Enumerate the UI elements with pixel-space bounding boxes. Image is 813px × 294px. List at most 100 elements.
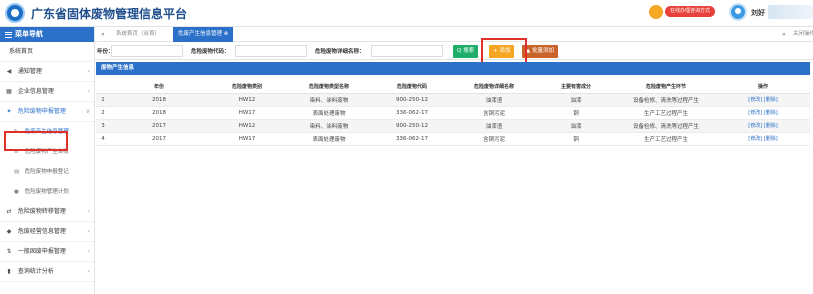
online-consult-badge[interactable]: 在线办理咨询方式: [665, 6, 716, 17]
sidebar-subitem-registration[interactable]: ▤ 危险废物申报登记: [0, 162, 94, 182]
chevron-left-icon: ‹: [87, 68, 90, 75]
cell-category: HW17: [208, 106, 286, 120]
cell-stage: 设备检修、清洗等过程产生: [616, 119, 716, 133]
cell-detail-name: 油漆渣: [452, 93, 536, 107]
waste-code-label: 危险废物代码：: [191, 49, 230, 55]
book-icon: ▤: [14, 169, 20, 175]
table-row[interactable]: 3 2017 HW12 染料、涂料废物 900-250-12 油漆渣 油漆 设备…: [96, 119, 810, 133]
sidebar-item-label: 查询统计分析: [17, 268, 54, 275]
cell-type-name: 染料、涂料废物: [286, 119, 372, 133]
sidebar-item-operation[interactable]: ◆ 危废经营信息管理 ‹: [0, 222, 94, 242]
row-index: 1: [96, 93, 110, 107]
col-header-year[interactable]: 年份: [110, 80, 208, 94]
user-area: 在线办理咨询方式 刘好: [613, 0, 813, 27]
sidebar-item-notice[interactable]: ◀ 通知管理 ‹: [0, 62, 94, 82]
sidebar-item-label: 危险废物转移管理: [17, 208, 66, 215]
tab-home[interactable]: 系统首页（台首）: [111, 27, 165, 42]
tab-bar: « 系统首页（台首） 危废产生信息管理 ⊗ » 关闭操作 ▾: [95, 27, 813, 42]
cell-code: 900-250-12: [372, 119, 452, 133]
col-header-type-name[interactable]: 危险废物类型名称: [286, 80, 372, 94]
sidebar-item-enterprise[interactable]: ▦ 企业信息管理 ‹: [0, 82, 94, 102]
sidebar-item-label: 危废经营信息管理: [17, 228, 66, 235]
tag-icon: ◆: [6, 228, 12, 235]
sidebar: 菜单导航 系统首页 ◀ 通知管理 ‹ ▦ 企业信息管理 ‹ ✦ 危险废物申报管理…: [0, 27, 95, 294]
truck-icon: ⇄: [6, 208, 12, 215]
row-actions[interactable]: [修改] [删除]: [716, 132, 810, 146]
chat-bubble-icon[interactable]: [649, 5, 663, 19]
search-button[interactable]: Q 搜索: [453, 45, 479, 58]
panel-title: 废物产生信息: [96, 62, 810, 75]
sidebar-item-hazardous-declare[interactable]: ✦ 危险废物申报管理 ∨: [0, 102, 94, 122]
sidebar-subitem-label: 危险废物申报登记: [24, 169, 69, 175]
col-header-code[interactable]: 危险废物代码: [372, 80, 452, 94]
sidebar-item-label: 系统首页: [9, 48, 34, 55]
tab-prev-icon[interactable]: «: [101, 27, 105, 42]
cell-year: 2018: [110, 106, 208, 120]
chevron-left-icon: ‹: [87, 268, 90, 275]
col-header-component[interactable]: 主要有害成分: [536, 80, 616, 94]
col-header-stage[interactable]: 危险废物产生环节: [616, 80, 716, 94]
cell-stage: 生产工艺过程产生: [616, 132, 716, 146]
cell-type-name: 表面处理废物: [286, 106, 372, 120]
sidebar-item-home[interactable]: 系统首页: [0, 42, 94, 62]
cell-stage: 设备检修、清洗等过程产生: [616, 93, 716, 107]
close-operations-dropdown[interactable]: 关闭操作 ▾: [793, 27, 813, 42]
chevron-left-icon: ‹: [87, 88, 90, 95]
user-name[interactable]: 刘好: [751, 8, 765, 18]
cell-year: 2017: [110, 119, 208, 133]
table-row[interactable]: 4 2017 HW17 表面处理废物 336-062-17 含铜污泥 铜 生产工…: [96, 132, 810, 146]
sidebar-item-label: 一般固废申报管理: [17, 248, 66, 255]
sidebar-subitem-plan[interactable]: ● 危险废物管理计划: [0, 182, 94, 202]
search-bar: 年份： 危险废物代码： 危险废物详细名称： Q 搜索 + 添加 ▲ 批量添加: [95, 42, 813, 60]
cell-year: 2017: [110, 132, 208, 146]
cell-category: HW12: [208, 119, 286, 133]
menu-icon[interactable]: [5, 31, 12, 38]
sidebar-item-transfer[interactable]: ⇄ 危险废物转移管理 ‹: [0, 202, 94, 222]
cell-detail-name: 含铜污泥: [452, 132, 536, 146]
chevron-left-icon: ‹: [87, 208, 90, 215]
sliders-icon: ⇅: [6, 248, 12, 255]
highlight-box-sidebar: [4, 131, 68, 151]
year-input[interactable]: [111, 45, 183, 57]
sidebar-subitem-label: 危险废物管理计划: [24, 189, 69, 195]
col-header-detail-name[interactable]: 危险废物详细名称: [452, 80, 536, 94]
cell-detail-name: 油漆渣: [452, 119, 536, 133]
table-row[interactable]: 1 2018 HW12 染料、涂料废物 900-250-12 油漆渣 油漆 设备…: [96, 93, 810, 107]
cell-year: 2018: [110, 93, 208, 107]
sidebar-item-label: 通知管理: [17, 68, 42, 75]
platform-logo: [5, 3, 25, 23]
batch-add-button[interactable]: ▲ 批量添加: [522, 45, 558, 58]
waste-code-input[interactable]: [235, 45, 307, 57]
cell-component: 油漆: [536, 93, 616, 107]
row-index: 4: [96, 132, 110, 146]
row-index: 3: [96, 119, 110, 133]
tab-waste-generation[interactable]: 危废产生信息管理 ⊗: [173, 27, 234, 42]
waste-name-input[interactable]: [371, 45, 443, 57]
disk-icon: ●: [14, 189, 19, 195]
chart-icon: ▮: [7, 268, 11, 275]
col-header-index: [96, 80, 110, 94]
user-avatar[interactable]: [729, 3, 747, 21]
sidebar-title: 菜单导航: [15, 30, 43, 38]
recycle-icon: ✦: [6, 108, 12, 115]
sidebar-header: 菜单导航: [0, 27, 94, 42]
grid-icon: ▦: [6, 88, 12, 95]
col-header-category[interactable]: 危险废物类别: [208, 80, 286, 94]
cell-category: HW12: [208, 93, 286, 107]
row-actions[interactable]: [修改] [删除]: [716, 106, 810, 120]
sidebar-item-general-waste[interactable]: ⇅ 一般固废申报管理 ‹: [0, 242, 94, 262]
waste-name-label: 危险废物详细名称：: [315, 49, 365, 55]
tab-next-icon[interactable]: »: [782, 27, 786, 42]
waste-generation-table: 年份 危险废物类别 危险废物类型名称 危险废物代码 危险废物详细名称 主要有害成…: [96, 80, 810, 146]
chevron-down-icon: ∨: [85, 108, 90, 115]
sidebar-item-statistics[interactable]: ▮ 查询统计分析 ‹: [0, 262, 94, 282]
table-row[interactable]: 2 2018 HW17 表面处理废物 336-062-17 含铜污泥 铜 生产工…: [96, 106, 810, 120]
cell-code: 336-062-17: [372, 106, 452, 120]
cell-code: 900-250-12: [372, 93, 452, 107]
row-actions[interactable]: [修改] [删除]: [716, 93, 810, 107]
col-header-actions: 操作: [716, 80, 810, 94]
row-index: 2: [96, 106, 110, 120]
app-title: 广东省固体废物管理信息平台: [31, 7, 188, 21]
cell-category: HW17: [208, 132, 286, 146]
row-actions[interactable]: [修改] [删除]: [716, 119, 810, 133]
